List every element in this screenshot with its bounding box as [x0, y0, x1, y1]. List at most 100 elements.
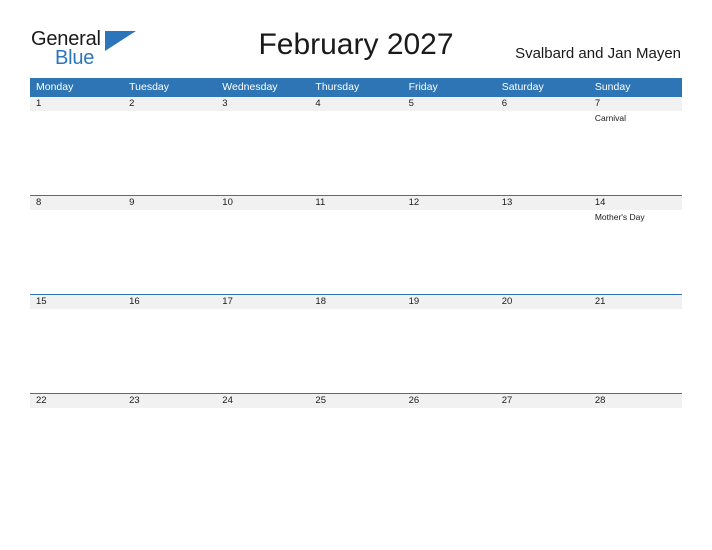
day-events — [496, 408, 589, 410]
day-number: 23 — [129, 395, 140, 406]
day-number: 19 — [408, 296, 420, 307]
locale-label: Svalbard and Jan Mayen — [515, 45, 681, 62]
day-cell[interactable]: 7 Carnival — [588, 96, 682, 195]
day-cell[interactable]: 16 — [123, 294, 217, 393]
day-band: 16 — [123, 294, 217, 309]
day-cell[interactable]: 22 — [30, 393, 124, 492]
day-band: 14 — [588, 195, 682, 210]
day-number: 18 — [315, 296, 326, 307]
day-number: 22 — [36, 395, 47, 406]
calendar-grid: Monday Tuesday Wednesday Thursday Friday… — [30, 78, 682, 492]
day-events — [589, 309, 682, 311]
day-band: 6 — [495, 96, 589, 111]
day-cell[interactable]: 18 — [309, 294, 403, 393]
weekday-sunday: Sunday — [594, 81, 631, 93]
day-cell[interactable]: 8 — [30, 195, 124, 294]
day-cell[interactable]: 27 — [495, 393, 589, 492]
day-events: Mother's Day — [589, 210, 682, 223]
day-band: 19 — [402, 294, 496, 309]
day-number: 11 — [315, 197, 326, 208]
day-cell[interactable]: 14 Mother's Day — [588, 195, 682, 294]
week-row: 8 9 10 11 12 13 14 Mother's Day — [30, 195, 682, 294]
day-cell[interactable]: 3 — [216, 96, 310, 195]
day-band: 21 — [588, 294, 682, 309]
day-number: 17 — [222, 296, 233, 307]
day-number: 8 — [36, 197, 42, 208]
day-number: 13 — [501, 197, 513, 208]
day-events — [123, 210, 216, 212]
day-band: 12 — [402, 195, 496, 210]
day-events — [216, 309, 309, 311]
day-number: 15 — [36, 296, 47, 307]
day-band: 22 — [30, 393, 124, 408]
day-events — [309, 210, 402, 212]
day-band: 7 — [588, 96, 682, 111]
weekday-header-row: Monday Tuesday Wednesday Thursday Friday… — [30, 78, 682, 96]
day-cell[interactable]: 24 — [216, 393, 310, 492]
day-events — [123, 111, 216, 113]
day-number: 6 — [501, 98, 507, 109]
day-band: 17 — [216, 294, 310, 309]
day-events — [403, 309, 496, 311]
day-cell[interactable]: 9 — [123, 195, 217, 294]
day-cell[interactable]: 12 — [402, 195, 496, 294]
day-cell[interactable]: 28 — [588, 393, 682, 492]
event-label[interactable]: Mother's Day — [595, 212, 678, 223]
day-cell[interactable]: 1 — [30, 96, 124, 195]
day-cell[interactable]: 25 — [309, 393, 403, 492]
day-number: 9 — [129, 197, 135, 208]
day-number: 4 — [315, 98, 321, 109]
day-band: 15 — [30, 294, 124, 309]
day-events: Carnival — [589, 111, 682, 124]
day-number: 26 — [408, 395, 420, 406]
day-band: 4 — [309, 96, 403, 111]
day-cell[interactable]: 17 — [216, 294, 310, 393]
day-events — [30, 309, 123, 311]
day-number: 27 — [501, 395, 513, 406]
day-events — [496, 210, 589, 212]
day-cell[interactable]: 10 — [216, 195, 310, 294]
day-band: 9 — [123, 195, 217, 210]
day-cell[interactable]: 26 — [402, 393, 496, 492]
day-number: 3 — [222, 98, 228, 109]
day-cell[interactable]: 21 — [588, 294, 682, 393]
day-band: 26 — [402, 393, 496, 408]
day-cell[interactable]: 13 — [495, 195, 589, 294]
day-events — [216, 111, 309, 113]
day-events — [216, 408, 309, 410]
day-band: 24 — [216, 393, 310, 408]
day-events — [216, 210, 309, 212]
event-label[interactable]: Carnival — [595, 113, 678, 124]
day-cell[interactable]: 5 — [402, 96, 496, 195]
day-cell[interactable]: 15 — [30, 294, 124, 393]
day-events — [403, 111, 496, 113]
day-band: 1 — [30, 96, 124, 111]
day-cell[interactable]: 6 — [495, 96, 589, 195]
day-cell[interactable]: 23 — [123, 393, 217, 492]
day-events — [309, 408, 402, 410]
day-number: 1 — [36, 98, 42, 109]
calendar-page: General Blue February 2027 Svalbard and … — [0, 0, 712, 550]
day-number: 28 — [594, 395, 606, 406]
weekday-friday: Friday — [408, 81, 438, 93]
day-band: 27 — [495, 393, 589, 408]
day-events — [30, 111, 123, 113]
day-cell[interactable]: 11 — [309, 195, 403, 294]
day-events — [589, 408, 682, 410]
day-events — [309, 111, 402, 113]
day-cell[interactable]: 4 — [309, 96, 403, 195]
day-events — [403, 210, 496, 212]
day-number: 10 — [222, 197, 233, 208]
day-band: 5 — [402, 96, 496, 111]
day-band: 18 — [309, 294, 403, 309]
day-band: 28 — [588, 393, 682, 408]
day-band: 25 — [309, 393, 403, 408]
day-number: 16 — [129, 296, 140, 307]
day-events — [123, 309, 216, 311]
weekday-wednesday: Wednesday — [222, 81, 278, 93]
day-band: 13 — [495, 195, 589, 210]
day-cell[interactable]: 19 — [402, 294, 496, 393]
day-cell[interactable]: 2 — [123, 96, 217, 195]
day-cell[interactable]: 20 — [495, 294, 589, 393]
day-number: 24 — [222, 395, 233, 406]
